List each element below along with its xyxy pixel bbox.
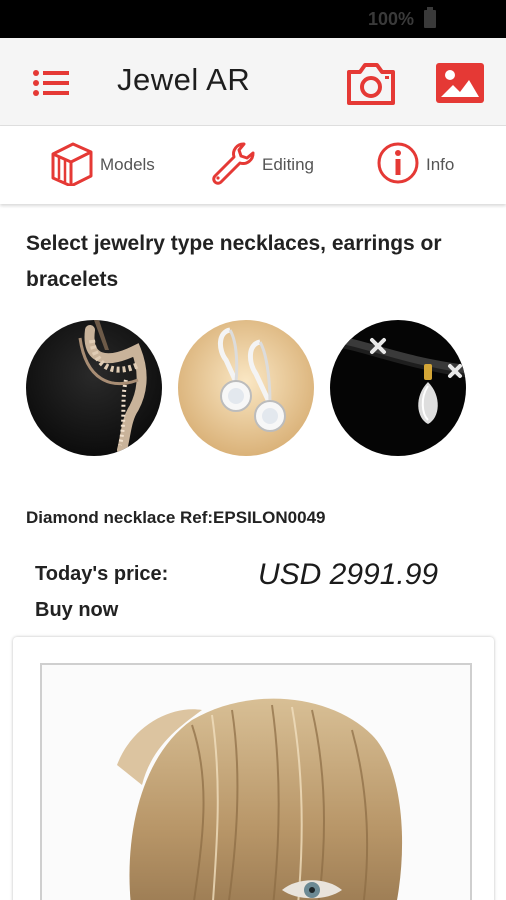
price-value: USD 2991.99	[258, 558, 439, 591]
tab-bar: Models Editing Info	[0, 126, 506, 204]
battery-percentage: 100%	[367, 9, 414, 29]
gallery-icon[interactable]	[435, 62, 485, 104]
tab-editing-label: Editing	[262, 155, 314, 174]
section-title: Select jewelry type necklaces, earrings …	[26, 232, 442, 291]
preview-card	[13, 637, 494, 900]
price-label-line1: Today's price:	[35, 563, 169, 585]
menu-icon[interactable]	[32, 68, 72, 98]
tab-editing[interactable]: Editing	[210, 140, 314, 190]
app-bar: Jewel AR	[0, 38, 506, 126]
tab-info-label: Info	[426, 155, 455, 174]
bracelet-thumbnail[interactable]	[330, 320, 466, 456]
status-bar: 100%	[0, 0, 506, 38]
price-label[interactable]: Today's price: Buy now	[35, 556, 168, 628]
wrench-icon	[210, 140, 256, 191]
tab-info[interactable]: Info	[376, 140, 454, 190]
tab-models-label: Models	[100, 155, 155, 174]
info-icon	[376, 141, 420, 190]
buy-now-link[interactable]: Buy now	[35, 592, 168, 628]
earrings-thumbnail[interactable]	[178, 320, 314, 456]
necklace-thumbnail[interactable]	[26, 320, 162, 456]
tab-models[interactable]: Models	[50, 140, 155, 190]
battery-icon	[424, 7, 436, 28]
app-title: Jewel AR	[117, 62, 251, 97]
model-preview-image[interactable]	[40, 663, 472, 900]
camera-icon[interactable]	[345, 62, 397, 106]
product-name: Diamond necklace Ref:EPSILON0049	[26, 508, 326, 527]
models-icon	[50, 140, 94, 191]
